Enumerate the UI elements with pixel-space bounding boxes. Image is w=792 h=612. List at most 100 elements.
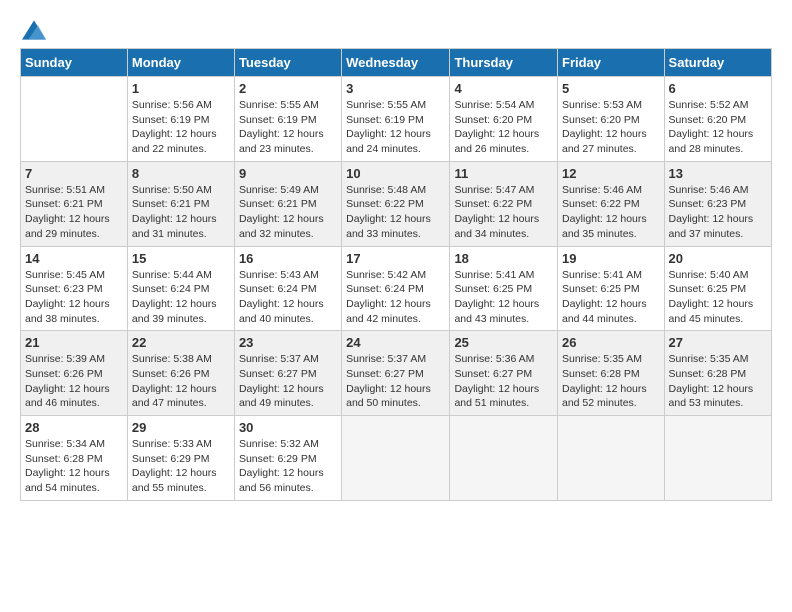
day-number: 19 bbox=[562, 251, 660, 266]
calendar-cell: 14 Sunrise: 5:45 AMSunset: 6:23 PMDayligh… bbox=[21, 246, 128, 331]
header-day-thursday: Thursday bbox=[450, 49, 558, 77]
day-info: Sunrise: 5:41 AMSunset: 6:25 PMDaylight:… bbox=[454, 268, 553, 327]
header-day-tuesday: Tuesday bbox=[234, 49, 341, 77]
day-info: Sunrise: 5:37 AMSunset: 6:27 PMDaylight:… bbox=[239, 352, 337, 411]
day-info: Sunrise: 5:33 AMSunset: 6:29 PMDaylight:… bbox=[132, 437, 230, 496]
calendar-cell: 12 Sunrise: 5:46 AMSunset: 6:22 PMDayligh… bbox=[558, 161, 665, 246]
day-info: Sunrise: 5:42 AMSunset: 6:24 PMDaylight:… bbox=[346, 268, 445, 327]
calendar-cell: 8 Sunrise: 5:50 AMSunset: 6:21 PMDaylight… bbox=[127, 161, 234, 246]
day-number: 22 bbox=[132, 335, 230, 350]
calendar-cell: 4 Sunrise: 5:54 AMSunset: 6:20 PMDaylight… bbox=[450, 77, 558, 162]
day-number: 21 bbox=[25, 335, 123, 350]
day-number: 11 bbox=[454, 166, 553, 181]
calendar-table: SundayMondayTuesdayWednesdayThursdayFrid… bbox=[20, 48, 772, 501]
day-number: 24 bbox=[346, 335, 445, 350]
day-number: 20 bbox=[669, 251, 767, 266]
week-row-3: 14 Sunrise: 5:45 AMSunset: 6:23 PMDayligh… bbox=[21, 246, 772, 331]
day-number: 28 bbox=[25, 420, 123, 435]
day-info: Sunrise: 5:48 AMSunset: 6:22 PMDaylight:… bbox=[346, 183, 445, 242]
calendar-cell bbox=[21, 77, 128, 162]
day-info: Sunrise: 5:39 AMSunset: 6:26 PMDaylight:… bbox=[25, 352, 123, 411]
day-number: 16 bbox=[239, 251, 337, 266]
page-header bbox=[20, 20, 772, 40]
day-number: 1 bbox=[132, 81, 230, 96]
day-number: 14 bbox=[25, 251, 123, 266]
day-number: 30 bbox=[239, 420, 337, 435]
calendar-cell: 10Sunrise: 5:48 AMSunset: 6:22 PMDayligh… bbox=[342, 161, 450, 246]
day-info: Sunrise: 5:50 AMSunset: 6:21 PMDaylight:… bbox=[132, 183, 230, 242]
day-number: 15 bbox=[132, 251, 230, 266]
day-info: Sunrise: 5:44 AMSunset: 6:24 PMDaylight:… bbox=[132, 268, 230, 327]
week-row-5: 28 Sunrise: 5:34 AMSunset: 6:28 PMDayligh… bbox=[21, 416, 772, 501]
calendar-cell: 27 Sunrise: 5:35 AMSunset: 6:28 PMDayligh… bbox=[664, 331, 771, 416]
calendar-cell bbox=[450, 416, 558, 501]
day-number: 27 bbox=[669, 335, 767, 350]
day-number: 18 bbox=[454, 251, 553, 266]
day-info: Sunrise: 5:38 AMSunset: 6:26 PMDaylight:… bbox=[132, 352, 230, 411]
header-day-monday: Monday bbox=[127, 49, 234, 77]
logo bbox=[20, 20, 46, 40]
calendar-cell: 22 Sunrise: 5:38 AMSunset: 6:26 PMDayligh… bbox=[127, 331, 234, 416]
day-info: Sunrise: 5:40 AMSunset: 6:25 PMDaylight:… bbox=[669, 268, 767, 327]
day-number: 5 bbox=[562, 81, 660, 96]
calendar-cell: 11 Sunrise: 5:47 AMSunset: 6:22 PMDayligh… bbox=[450, 161, 558, 246]
calendar-cell: 6 Sunrise: 5:52 AMSunset: 6:20 PMDaylight… bbox=[664, 77, 771, 162]
day-info: Sunrise: 5:51 AMSunset: 6:21 PMDaylight:… bbox=[25, 183, 123, 242]
day-info: Sunrise: 5:32 AMSunset: 6:29 PMDaylight:… bbox=[239, 437, 337, 496]
day-info: Sunrise: 5:35 AMSunset: 6:28 PMDaylight:… bbox=[669, 352, 767, 411]
calendar-cell: 3Sunrise: 5:55 AMSunset: 6:19 PMDaylight… bbox=[342, 77, 450, 162]
week-row-2: 7 Sunrise: 5:51 AMSunset: 6:21 PMDaylight… bbox=[21, 161, 772, 246]
calendar-cell: 20 Sunrise: 5:40 AMSunset: 6:25 PMDayligh… bbox=[664, 246, 771, 331]
day-info: Sunrise: 5:52 AMSunset: 6:20 PMDaylight:… bbox=[669, 98, 767, 157]
calendar-cell bbox=[664, 416, 771, 501]
day-number: 6 bbox=[669, 81, 767, 96]
day-info: Sunrise: 5:37 AMSunset: 6:27 PMDaylight:… bbox=[346, 352, 445, 411]
calendar-cell: 25 Sunrise: 5:36 AMSunset: 6:27 PMDayligh… bbox=[450, 331, 558, 416]
day-number: 4 bbox=[454, 81, 553, 96]
day-number: 25 bbox=[454, 335, 553, 350]
calendar-cell: 2 Sunrise: 5:55 AMSunset: 6:19 PMDaylight… bbox=[234, 77, 341, 162]
day-info: Sunrise: 5:54 AMSunset: 6:20 PMDaylight:… bbox=[454, 98, 553, 157]
day-info: Sunrise: 5:43 AMSunset: 6:24 PMDaylight:… bbox=[239, 268, 337, 327]
header-day-saturday: Saturday bbox=[664, 49, 771, 77]
day-number: 29 bbox=[132, 420, 230, 435]
calendar-cell: 29 Sunrise: 5:33 AMSunset: 6:29 PMDayligh… bbox=[127, 416, 234, 501]
calendar-cell: 13Sunrise: 5:46 AMSunset: 6:23 PMDayligh… bbox=[664, 161, 771, 246]
header-row: SundayMondayTuesdayWednesdayThursdayFrid… bbox=[21, 49, 772, 77]
day-info: Sunrise: 5:49 AMSunset: 6:21 PMDaylight:… bbox=[239, 183, 337, 242]
day-number: 23 bbox=[239, 335, 337, 350]
day-info: Sunrise: 5:34 AMSunset: 6:28 PMDaylight:… bbox=[25, 437, 123, 496]
day-number: 26 bbox=[562, 335, 660, 350]
day-info: Sunrise: 5:45 AMSunset: 6:23 PMDaylight:… bbox=[25, 268, 123, 327]
calendar-cell: 7 Sunrise: 5:51 AMSunset: 6:21 PMDaylight… bbox=[21, 161, 128, 246]
calendar-cell: 23 Sunrise: 5:37 AMSunset: 6:27 PMDayligh… bbox=[234, 331, 341, 416]
calendar-cell: 5 Sunrise: 5:53 AMSunset: 6:20 PMDaylight… bbox=[558, 77, 665, 162]
day-info: Sunrise: 5:47 AMSunset: 6:22 PMDaylight:… bbox=[454, 183, 553, 242]
day-number: 17 bbox=[346, 251, 445, 266]
day-info: Sunrise: 5:46 AMSunset: 6:22 PMDaylight:… bbox=[562, 183, 660, 242]
day-number: 12 bbox=[562, 166, 660, 181]
calendar-cell: 15 Sunrise: 5:44 AMSunset: 6:24 PMDayligh… bbox=[127, 246, 234, 331]
calendar-cell: 26 Sunrise: 5:35 AMSunset: 6:28 PMDayligh… bbox=[558, 331, 665, 416]
day-number: 8 bbox=[132, 166, 230, 181]
calendar-cell: 19 Sunrise: 5:41 AMSunset: 6:25 PMDayligh… bbox=[558, 246, 665, 331]
day-info: Sunrise: 5:41 AMSunset: 6:25 PMDaylight:… bbox=[562, 268, 660, 327]
calendar-cell: 28 Sunrise: 5:34 AMSunset: 6:28 PMDayligh… bbox=[21, 416, 128, 501]
calendar-cell: 17 Sunrise: 5:42 AMSunset: 6:24 PMDayligh… bbox=[342, 246, 450, 331]
day-number: 2 bbox=[239, 81, 337, 96]
day-number: 13 bbox=[669, 166, 767, 181]
day-number: 3 bbox=[346, 81, 445, 96]
day-info: Sunrise: 5:56 AMSunset: 6:19 PMDaylight:… bbox=[132, 98, 230, 157]
calendar-cell bbox=[558, 416, 665, 501]
calendar-cell bbox=[342, 416, 450, 501]
calendar-cell: 9Sunrise: 5:49 AMSunset: 6:21 PMDaylight… bbox=[234, 161, 341, 246]
week-row-4: 21 Sunrise: 5:39 AMSunset: 6:26 PMDayligh… bbox=[21, 331, 772, 416]
calendar-cell: 1 Sunrise: 5:56 AMSunset: 6:19 PMDaylight… bbox=[127, 77, 234, 162]
day-info: Sunrise: 5:55 AMSunset: 6:19 PMDaylight:… bbox=[239, 98, 337, 157]
day-info: Sunrise: 5:36 AMSunset: 6:27 PMDaylight:… bbox=[454, 352, 553, 411]
header-day-wednesday: Wednesday bbox=[342, 49, 450, 77]
calendar-cell: 16 Sunrise: 5:43 AMSunset: 6:24 PMDayligh… bbox=[234, 246, 341, 331]
day-number: 7 bbox=[25, 166, 123, 181]
day-info: Sunrise: 5:35 AMSunset: 6:28 PMDaylight:… bbox=[562, 352, 660, 411]
day-info: Sunrise: 5:53 AMSunset: 6:20 PMDaylight:… bbox=[562, 98, 660, 157]
